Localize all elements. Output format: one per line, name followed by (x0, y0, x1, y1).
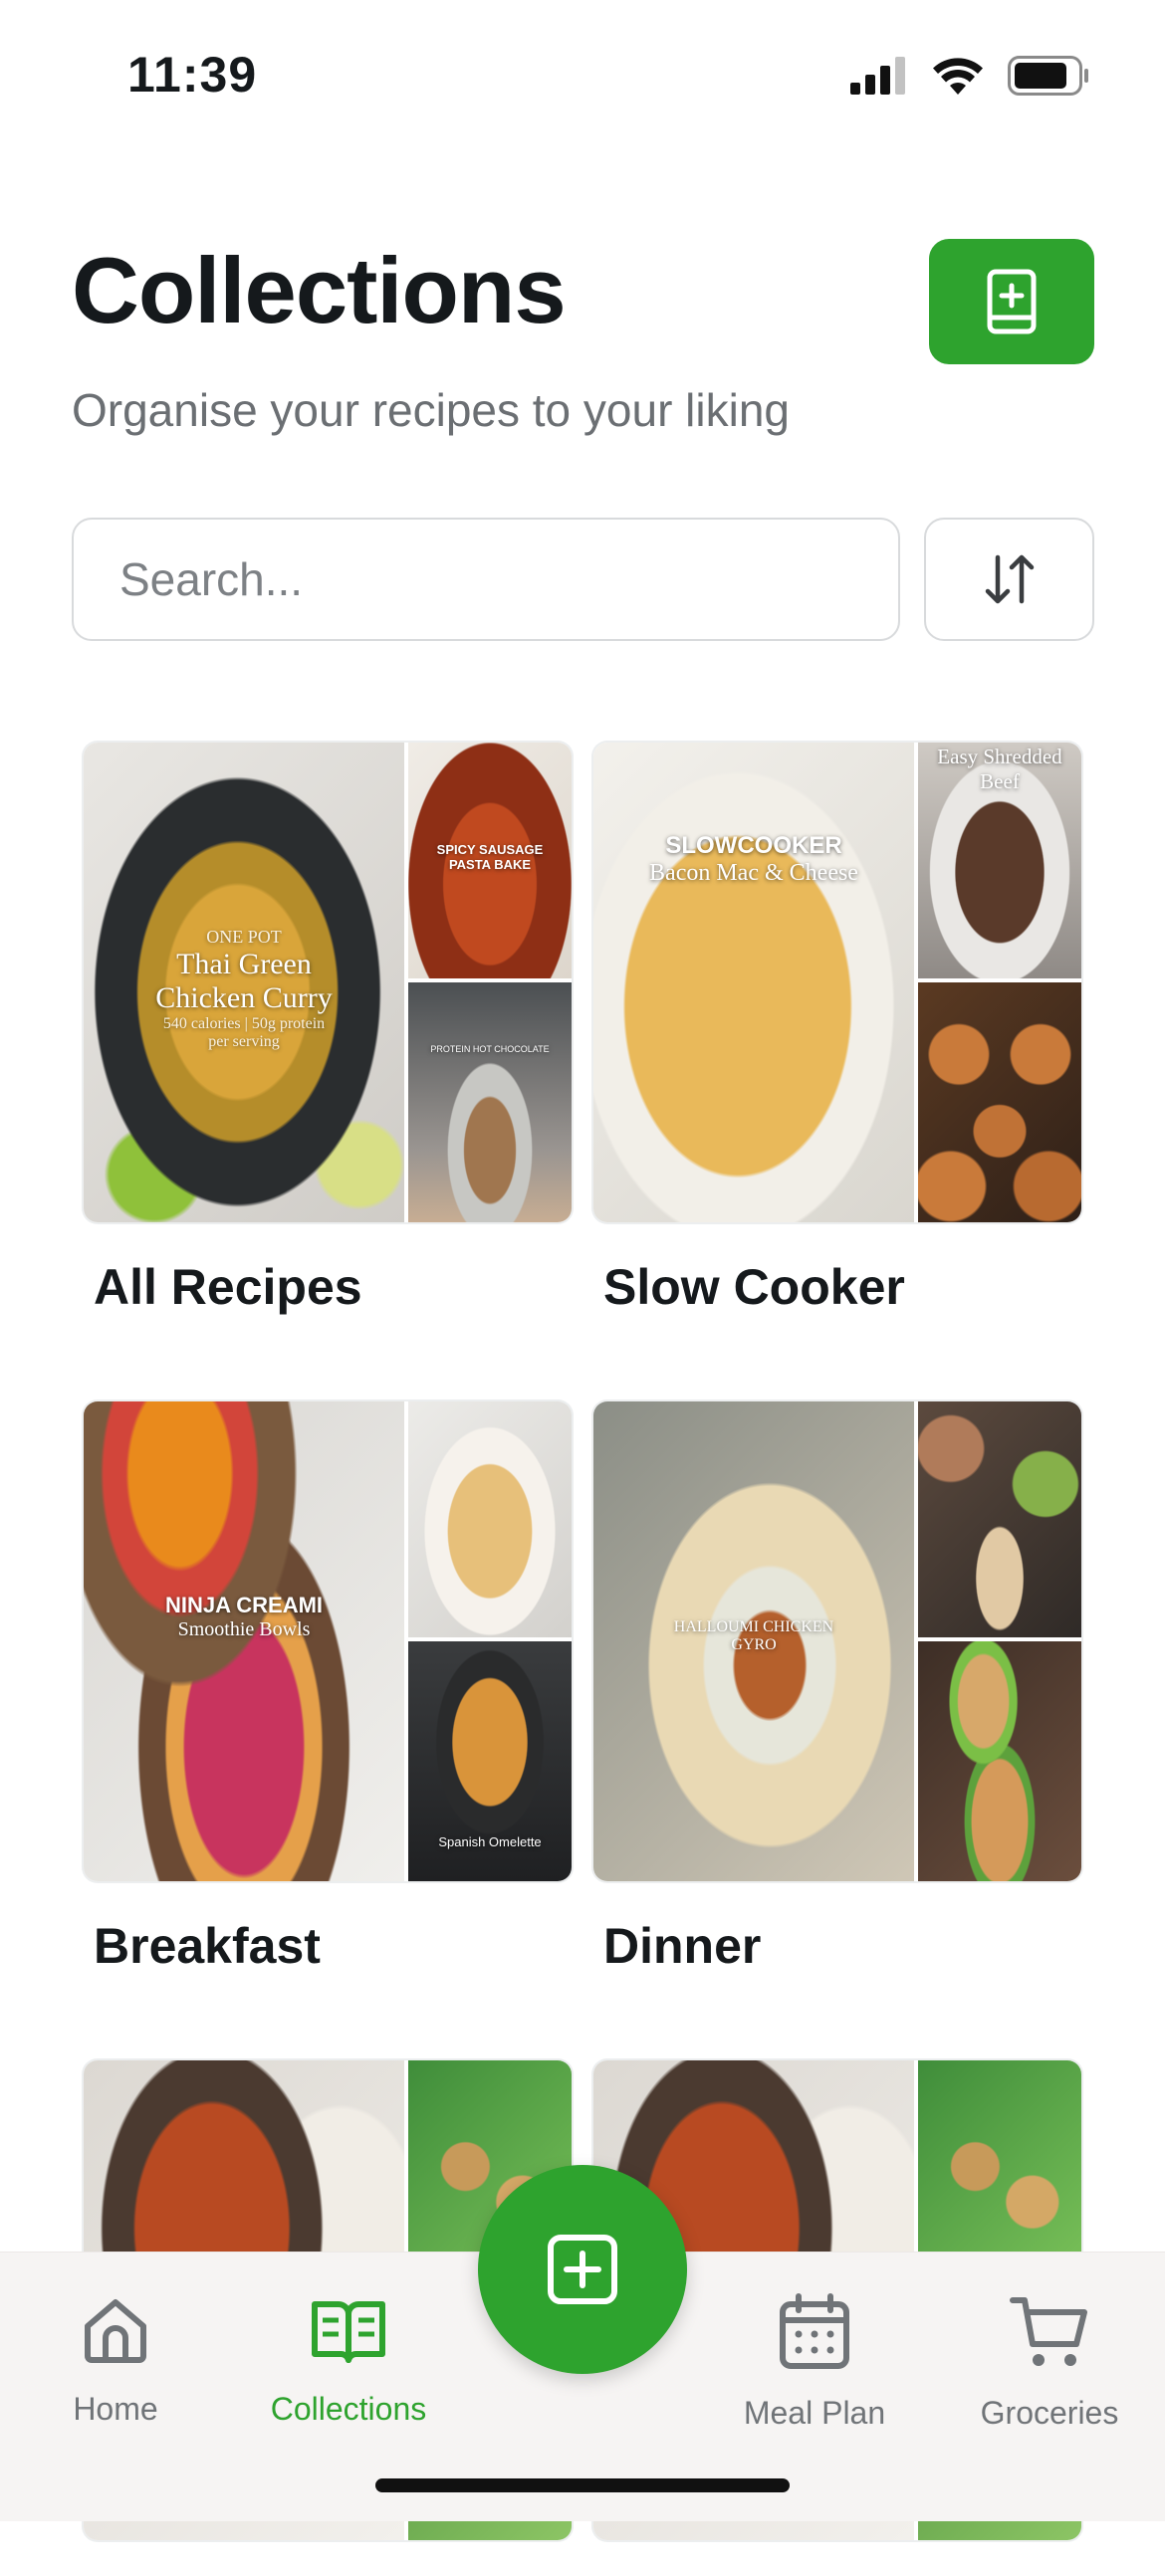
collection-card-slow-cooker[interactable]: SLOWCOOKER Bacon Mac & Cheese Easy Shred… (593, 743, 1081, 1316)
recipe-image-halloumi-gyro: HALLOUMI CHICKEN GYRO (593, 1401, 914, 1881)
recipe-image-tacos (918, 1641, 1081, 1881)
tab-meal-plan[interactable]: Meal Plan (705, 2292, 924, 2432)
recipe-image-sausage-pasta-bake: SPICY SAUSAGE PASTA BAKE (408, 743, 572, 978)
overlay-text: SLOWCOOKER (665, 832, 842, 859)
collection-mosaic: SLOWCOOKER Bacon Mac & Cheese Easy Shred… (593, 743, 1081, 1222)
sort-button[interactable] (924, 518, 1094, 641)
wifi-icon (933, 58, 983, 95)
search-input[interactable] (117, 551, 898, 607)
overlay-text: Beef (980, 769, 1020, 793)
collection-label: Slow Cooker (603, 1259, 905, 1315)
overlay-text: PASTA BAKE (448, 857, 532, 872)
overlay-text: GYRO (731, 1636, 777, 1653)
collection-label: Dinner (603, 1918, 762, 1974)
tab-collections[interactable]: Collections (239, 2292, 458, 2428)
recipe-image-bacon-mac-cheese: SLOWCOOKER Bacon Mac & Cheese (593, 743, 914, 1222)
recipe-image-sliders (918, 982, 1081, 1222)
overlay-text: Bacon Mac & Cheese (649, 860, 858, 886)
recipe-image-thai-green-curry: ONE POT Thai Green Chicken Curry 540 cal… (84, 743, 404, 1222)
page-subtitle: Organise your recipes to your liking (72, 384, 790, 436)
status-icons (850, 56, 1089, 96)
cellular-signal-icon (850, 57, 905, 95)
home-indicator (375, 2478, 790, 2492)
collection-card-breakfast[interactable]: NINJA CREAMI Smoothie Bowls Spanish Omel… (84, 1401, 572, 1975)
recipe-image-smoothie-bowls: NINJA CREAMI Smoothie Bowls (84, 1401, 404, 1881)
overlay-text: Thai Green (176, 948, 312, 980)
collection-mosaic: HALLOUMI CHICKEN GYRO (593, 1401, 1081, 1881)
recipe-image-hot-chocolate: PROTEIN HOT CHOCOLATE (408, 982, 572, 1222)
collection-label: Breakfast (94, 1918, 321, 1974)
collection-mosaic: NINJA CREAMI Smoothie Bowls Spanish Omel… (84, 1401, 572, 1881)
add-collection-button[interactable] (929, 239, 1094, 364)
home-icon (85, 2299, 146, 2363)
search-field[interactable] (72, 518, 900, 641)
overlay-text: PROTEIN HOT CHOCOLATE (430, 1044, 550, 1054)
overlay-text: Smoothie Bowls (177, 1618, 311, 1640)
recipe-image-shredded-beef: Easy Shredded Beef (918, 743, 1081, 978)
tab-groceries[interactable]: Groceries (940, 2292, 1159, 2432)
tab-label: Groceries (980, 2395, 1119, 2431)
tab-home[interactable]: Home (6, 2292, 225, 2428)
overlay-text: NINJA CREAMI (164, 1593, 324, 1617)
overlay-text: 540 calories | 50g protein (162, 1015, 326, 1032)
overlay-text: Spanish Omelette (438, 1834, 542, 1849)
battery-icon (1008, 56, 1088, 96)
sort-arrows-icon (985, 554, 1034, 604)
overlay-text: Easy Shredded (937, 745, 1062, 768)
status-time: 11:39 (127, 47, 258, 103)
overlay-text: ONE POT (206, 927, 282, 947)
recipe-image-spanish-omelette: Spanish Omelette (408, 1641, 572, 1881)
status-bar: 11:39 (0, 0, 1165, 149)
page-title: Collections (72, 238, 567, 342)
tab-label: Collections (270, 2391, 427, 2427)
book-icon (312, 2301, 385, 2363)
overlay-text: HALLOUMI CHICKEN (673, 1618, 834, 1635)
plus-square-icon (548, 2235, 617, 2304)
collection-card-all-recipes[interactable]: ONE POT Thai Green Chicken Curry 540 cal… (84, 743, 572, 1316)
calendar-icon (780, 2293, 849, 2369)
collection-card-dinner[interactable]: HALLOUMI CHICKEN GYRO Dinner (593, 1401, 1081, 1975)
tab-label: Home (73, 2391, 158, 2427)
add-recipe-fab[interactable] (478, 2165, 687, 2374)
tab-label: Meal Plan (743, 2395, 886, 2431)
collection-label: All Recipes (94, 1259, 362, 1315)
recipe-image-crepes (408, 1401, 572, 1637)
overlay-text: per serving (208, 1033, 280, 1050)
recipe-image-salad-wraps (918, 1401, 1081, 1637)
book-plus-icon (987, 269, 1037, 334)
cart-icon (1010, 2297, 1087, 2366)
overlay-text: SPICY SAUSAGE (436, 842, 544, 857)
collection-mosaic: ONE POT Thai Green Chicken Curry 540 cal… (84, 743, 572, 1222)
overlay-text: Chicken Curry (155, 981, 333, 1014)
